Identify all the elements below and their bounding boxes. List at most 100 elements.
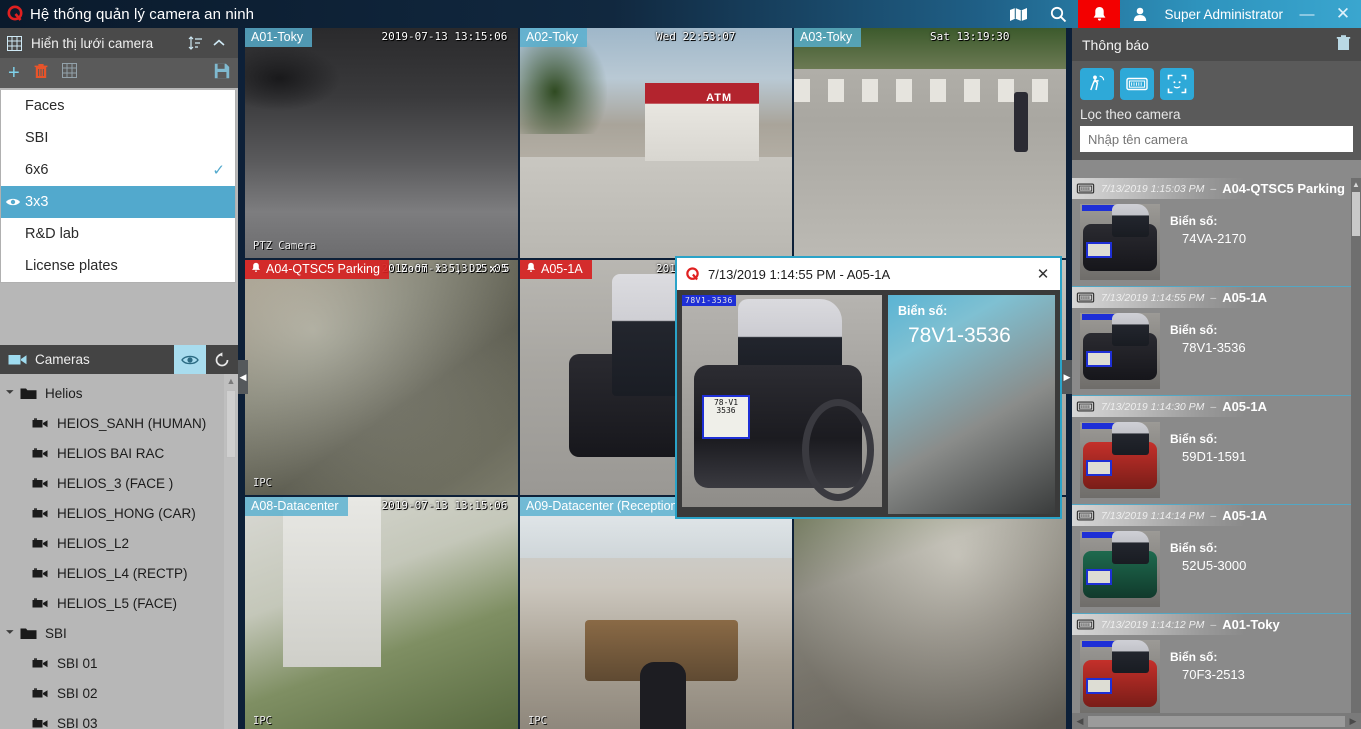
camera-filter-input[interactable] [1080,126,1353,152]
camera-tree-scrollbar[interactable]: ▲ ▼ [224,374,238,729]
scroll-track[interactable] [1088,715,1345,727]
video-tile-label: A03-Toky [794,28,862,47]
notification-item[interactable]: 7/13/2019 1:14:14 PM – A05-1A Biển số: 52U5-… [1072,505,1351,614]
notification-item[interactable]: 7/13/2019 1:14:55 PM – A05-1A Biển số: 78V1-… [1072,287,1351,396]
camera-tree-item[interactable]: HELIOS BAI RAC [0,438,224,468]
notification-item[interactable]: 7/13/2019 1:14:12 PM – A01-Toky Biển số: 70F… [1072,614,1351,723]
add-layout-button[interactable]: + [8,63,20,83]
folder-icon [20,387,37,400]
video-tile[interactable]: ATM A02-Toky Wed 22:53:07 [520,28,792,258]
history-icon[interactable] [206,345,238,374]
sidebar-collapse-handle[interactable]: ◀ [238,360,248,394]
notification-camera-name: A05-1A [1222,399,1267,414]
layout-option-label: 3x3 [25,194,49,210]
license-plate-icon[interactable] [1120,68,1154,100]
notification-bell-button[interactable] [1078,0,1121,28]
camera-item-label: HELIOS_HONG (CAR) [57,505,196,521]
notification-collapse-handle[interactable]: ▶ [1062,360,1072,394]
notification-plate-label: Biển số: [1170,541,1218,555]
notification-item-body: Biển số: 78V1-3536 [1072,308,1351,395]
trash-icon[interactable] [34,63,48,84]
app-logo-icon [0,0,30,28]
notification-thumbnail[interactable] [1080,422,1160,498]
camera-tree-item[interactable]: SBI 03 [0,708,224,729]
camera-group-node[interactable]: ◢ SBI [0,618,224,648]
layout-dropdown-menu[interactable]: Faces SBI 6x6 ✓ 3x3 R&D lab License plates [0,90,236,283]
close-button[interactable]: ✕ [1325,0,1361,28]
camera-tree-item[interactable]: HELIOS_L5 (FACE) [0,588,224,618]
chevron-down-icon[interactable]: ◢ [5,385,21,401]
chevron-up-icon[interactable] [207,39,231,47]
scroll-left-icon[interactable]: ◀ [1072,716,1088,727]
thumbnail-rider-shape [1112,531,1149,565]
notification-thumbnail[interactable] [1080,531,1160,607]
popup-plate-label: Biển số: [898,304,948,318]
video-tile[interactable]: A08-Datacenter 2019-07-13 13:15:06 IPC [245,497,518,729]
camera-tree-item[interactable]: HEIOS_SANH (HUMAN) [0,408,224,438]
video-tile-label: A05-1A [520,260,592,279]
camera-icon [32,537,48,549]
minimize-button[interactable]: — [1289,0,1325,28]
notification-item-header: 7/13/2019 1:14:12 PM – A01-Toky [1072,614,1351,635]
scroll-thumb[interactable] [1352,192,1360,236]
face-detect-icon[interactable] [1160,68,1194,100]
search-icon[interactable] [1038,0,1078,28]
video-tile-name: A02-Toky [526,30,579,44]
notification-horizontal-scrollbar[interactable]: ◀ ▶ [1072,713,1361,729]
scroll-right-icon[interactable]: ▶ [1345,716,1361,727]
chevron-down-icon[interactable]: ◢ [5,625,21,641]
camera-item-label: HELIOS_3 (FACE ) [57,475,174,491]
camera-tree-item[interactable]: SBI 02 [0,678,224,708]
popup-snapshot-image: 78V1-3536 78-V1 3536 [682,295,882,507]
scroll-up-icon[interactable]: ▲ [1351,178,1361,190]
layout-option-license-plates[interactable]: License plates [1,250,235,282]
sort-icon[interactable] [183,36,207,50]
notification-separator: – [1210,400,1217,413]
trash-icon[interactable] [1336,34,1351,56]
layout-option-6x6[interactable]: 6x6 ✓ [1,154,235,186]
notification-thumbnail[interactable] [1080,640,1160,716]
popup-close-button[interactable]: ✕ [1032,265,1054,283]
camera-tree-item[interactable]: HELIOS_L2 [0,528,224,558]
notification-list[interactable]: 7/13/2019 1:15:03 PM – A04-QTSC5 Parking Bi… [1072,178,1351,729]
grid-layout-icon[interactable] [61,63,77,83]
layout-option-sbi[interactable]: SBI [1,122,235,154]
video-tile-timestamp: 2019-07-13 13:15:06 [381,499,508,512]
video-tile-name: A08-Datacenter [251,499,339,513]
license-plate-icon [1076,182,1095,195]
camera-tree-item[interactable]: HELIOS_3 (FACE ) [0,468,224,498]
camera-group-node[interactable]: ◢ Helios [0,378,224,408]
video-tile[interactable]: A01-Toky 2019-07-13 13:15:06 PTZ Camera [245,28,518,258]
video-stream-frame: ATM [520,28,792,258]
camera-tree-item[interactable]: SBI 01 [0,648,224,678]
layout-option-faces[interactable]: Faces [1,90,235,122]
notification-thumbnail[interactable] [1080,313,1160,389]
layout-panel-header[interactable]: Hiển thị lưới camera [0,28,238,58]
layout-option-r-d-lab[interactable]: R&D lab [1,218,235,250]
camera-tree[interactable]: ◢ Helios HEIOS_SANH (HUMAN) HELIOS BAI RAC H… [0,374,224,729]
user-name-label[interactable]: Super Administrator [1160,0,1289,28]
notification-item[interactable]: 7/13/2019 1:15:03 PM – A04-QTSC5 Parking Bi… [1072,178,1351,287]
video-tile[interactable]: A09-Datacenter (Reception) IPC [520,497,792,729]
camera-tree-item[interactable]: HELIOS_L4 (RECTP) [0,558,224,588]
notification-vertical-scrollbar[interactable]: ▲ ▼ [1351,178,1361,729]
scroll-up-icon[interactable]: ▲ [227,376,236,386]
license-plate-icon [1076,400,1095,413]
layout-option-3x3[interactable]: 3x3 [1,186,235,218]
plate-box-line2: 3536 [716,406,736,416]
video-tile[interactable]: A03-Toky Sat 13:19:30 [794,28,1066,258]
save-icon[interactable] [214,63,230,84]
scroll-thumb[interactable] [226,390,236,458]
camera-tree-item[interactable]: HELIOS_HONG (CAR) [0,498,224,528]
eye-icon[interactable] [174,345,206,374]
user-icon[interactable] [1120,0,1160,28]
video-tile[interactable]: A04-QTSC5 Parking 2019-07-13 13:15:05 Zoom… [245,260,518,495]
bell-icon [526,262,536,276]
video-tile-name: A09-Datacenter (Reception) [526,499,682,513]
map-icon[interactable] [998,0,1038,28]
person-motion-icon[interactable] [1080,68,1114,100]
video-tile[interactable] [794,497,1066,729]
notification-thumbnail[interactable] [1080,204,1160,280]
notification-item-header: 7/13/2019 1:14:55 PM – A05-1A [1072,287,1351,308]
notification-item[interactable]: 7/13/2019 1:14:30 PM – A05-1A Biển số: 59D1-… [1072,396,1351,505]
